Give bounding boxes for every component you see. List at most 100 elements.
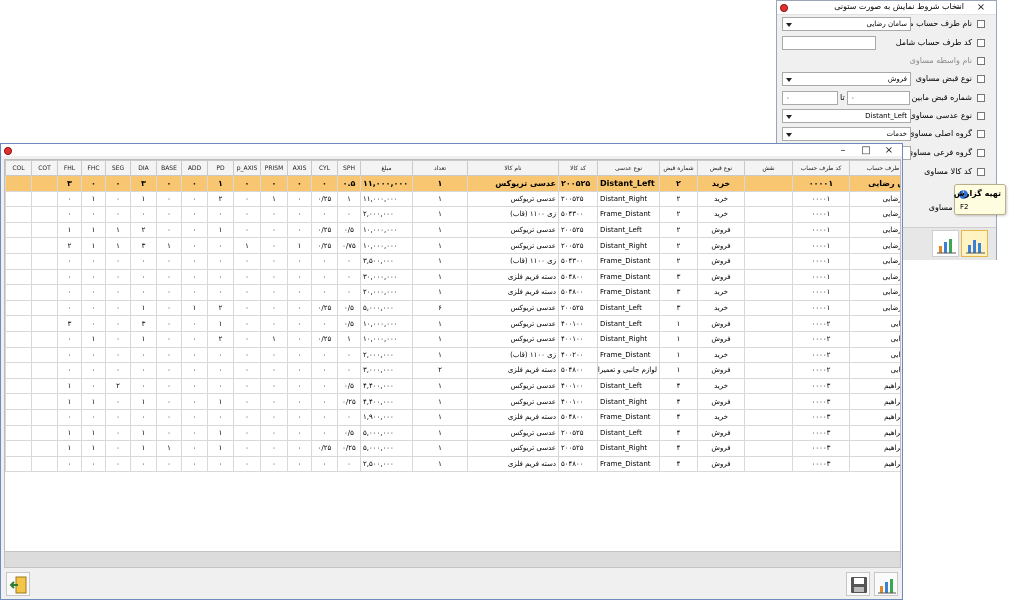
- column-header[interactable]: نقش: [744, 160, 793, 176]
- combo-lens-type[interactable]: Distant_Left: [782, 109, 911, 123]
- table-cell: ۰: [287, 221, 312, 239]
- combo-party-name[interactable]: سامان رضایی: [782, 17, 911, 31]
- table-cell: ۰: [105, 440, 131, 457]
- table-cell: ۱: [659, 330, 698, 348]
- column-header[interactable]: SEG: [105, 160, 131, 176]
- table-cell: Frame_Distant: [597, 268, 660, 286]
- column-header[interactable]: نام کالا: [467, 160, 559, 176]
- table-cell: ۰: [105, 408, 131, 426]
- table-cell: ۰: [287, 284, 312, 301]
- column-header[interactable]: شماره قبض: [659, 160, 698, 176]
- column-header[interactable]: کد کالا: [558, 160, 598, 176]
- column-header[interactable]: PRISM: [260, 160, 288, 176]
- column-header[interactable]: ADD: [181, 160, 208, 176]
- checkbox-party-name[interactable]: [977, 20, 985, 28]
- table-cell: ۱: [412, 190, 468, 208]
- table-cell: ۲: [659, 190, 698, 208]
- table-row[interactable]: ۸سامان رضایی۰۰۰۰۱خرید۳Frame_Distant۵۰۴۸۰…: [5, 284, 900, 301]
- column-header[interactable]: مبلغ: [360, 160, 413, 176]
- close-icon[interactable]: ×: [970, 1, 992, 14]
- table-cell: ۴: [659, 440, 698, 457]
- table-row[interactable]: ۹سامان رضایی۰۰۰۰۱خرید۳Distant_Left۲۰۰۵۲۵…: [5, 299, 900, 317]
- table-row[interactable]: ۱۹ندا پورابراهیم۰۰۰۰۳فروش۴Frame_Distant۵…: [5, 455, 900, 473]
- column-header[interactable]: نوع عدسی: [597, 160, 660, 176]
- table-row[interactable]: ۱۴ندا پورابراهیم۰۰۰۰۳خرید۴Distant_Left۴۰…: [5, 377, 900, 395]
- checkbox-agent-name[interactable]: [977, 57, 985, 65]
- save-button[interactable]: [846, 572, 870, 596]
- combo-receipt-type[interactable]: فروش: [782, 72, 911, 86]
- checkbox-receipt-type[interactable]: [977, 75, 985, 83]
- table-row[interactable]: ۱۱سحر بابایی۰۰۰۰۲فروش۱Distant_Right۴۰۰۱۰…: [5, 330, 900, 348]
- table-cell: ۰: [287, 455, 312, 473]
- table-row[interactable]: ۱۳سحر بابایی۰۰۰۰۲فروش۱لوازم جانبی و تعمی…: [5, 362, 900, 379]
- column-header[interactable]: COL: [5, 160, 32, 176]
- checkbox-item-code[interactable]: [977, 168, 985, 176]
- maximize-icon[interactable]: □: [855, 144, 877, 157]
- table-cell: زی ۱۱۰۰ (قاب): [467, 206, 559, 223]
- exit-button[interactable]: [6, 572, 30, 596]
- column-header[interactable]: FHC: [81, 160, 106, 176]
- chevron-down-icon: [786, 23, 792, 27]
- table-cell: [5, 252, 32, 270]
- column-header[interactable]: SPH: [337, 160, 361, 176]
- data-grid[interactable]: ردیفنام طرف حسابکد طرف حسابنقشنوع قبضشما…: [4, 159, 901, 552]
- chart-button[interactable]: [874, 572, 898, 596]
- checkbox-main-group[interactable]: [977, 130, 985, 138]
- checkbox-receipt-range[interactable]: [977, 94, 985, 102]
- checkbox-sub-group[interactable]: [977, 149, 985, 157]
- table-row[interactable]: ۱۰سحر بابایی۰۰۰۰۲فروش۱Distant_Left۴۰۰۱۰۰…: [5, 315, 900, 332]
- table-cell: عدسی تریوکس: [467, 190, 559, 208]
- column-header[interactable]: FHL: [57, 160, 82, 176]
- input-receipt-from[interactable]: ۰: [847, 91, 910, 105]
- table-cell: ۰/۵: [337, 315, 361, 332]
- label-party-code: کد طرف حساب شامل: [895, 38, 972, 47]
- checkbox-party-code[interactable]: [977, 39, 985, 47]
- table-row[interactable]: ۱۶ندا پورابراهیم۰۰۰۰۳خرید۴Frame_Distant۵…: [5, 408, 900, 426]
- column-header[interactable]: BASE: [156, 160, 182, 176]
- combo-main-group[interactable]: خدمات: [782, 127, 911, 141]
- table-row[interactable]: ۴سامان رضایی۰۰۰۰۱فروش۲Distant_Left۲۰۰۵۲۵…: [5, 221, 900, 239]
- table-cell: ۰: [181, 377, 208, 395]
- input-party-code[interactable]: [782, 36, 876, 50]
- minimize-icon[interactable]: –: [832, 144, 854, 157]
- table-cell: عدسی تریوکس: [467, 424, 559, 442]
- column-header[interactable]: DIA: [130, 160, 157, 176]
- column-header[interactable]: COT: [31, 160, 58, 176]
- table-cell: زی ۱۱۰۰ (قاب): [467, 252, 559, 270]
- column-header[interactable]: تعداد: [412, 160, 468, 176]
- close-icon[interactable]: ×: [878, 144, 900, 157]
- column-header[interactable]: CYL: [311, 160, 338, 176]
- table-row[interactable]: ۱۲سحر بابایی۰۰۰۰۲خرید۱Frame_Distant۴۰۰۲۰…: [5, 346, 900, 364]
- column-header[interactable]: AXIS: [287, 160, 312, 176]
- table-row[interactable]: ۲سامان رضایی۰۰۰۰۱خرید۲Distant_Right۲۰۰۵۲…: [5, 190, 900, 208]
- table-cell: ۲۰۰۵۲۵: [558, 440, 598, 457]
- table-cell: [31, 268, 58, 286]
- column-header[interactable]: نوع قبض: [697, 160, 745, 176]
- column-header[interactable]: نام طرف حساب: [849, 160, 900, 176]
- table-row[interactable]: ۷سامان رضایی۰۰۰۰۱فروش۳Frame_Distant۵۰۴۸۰…: [5, 268, 900, 286]
- table-cell: [31, 362, 58, 379]
- column-header[interactable]: PD: [207, 160, 234, 176]
- column-header[interactable]: کد طرف حساب: [792, 160, 850, 176]
- table-row[interactable]: ۱۵ندا پورابراهیم۰۰۰۰۳فروش۴Distant_Right۴…: [5, 393, 900, 410]
- column-header[interactable]: p_AXIS: [233, 160, 261, 176]
- table-cell: ۱: [412, 206, 468, 223]
- table-row[interactable]: ۱۸ندا پورابراهیم۰۰۰۰۳فروش۴Distant_Right۲…: [5, 440, 900, 457]
- table-cell: ۰: [105, 252, 131, 270]
- table-cell: زی ۱۱۰۰ (قاب): [467, 346, 559, 364]
- table-row[interactable]: ۱۷ندا پورابراهیم۰۰۰۰۳فروش۴Distant_Left۲۰…: [5, 424, 900, 442]
- chart-button[interactable]: [932, 230, 959, 257]
- table-row[interactable]: ۵سامان رضایی۰۰۰۰۱فروش۲Distant_Right۲۰۰۵۲…: [5, 237, 900, 254]
- table-row[interactable]: ۳سامان رضایی۰۰۰۰۱خرید۲Frame_Distant۵۰۴۳۰…: [5, 206, 900, 223]
- label-lens-type: نوع عدسی مساوی: [909, 111, 972, 120]
- table-row[interactable]: ۱سامان رضایی۰۰۰۰۱خرید۲Distant_Left۲۰۰۵۲۵…: [5, 175, 900, 192]
- report-button[interactable]: [961, 230, 988, 257]
- table-cell: ۰: [287, 190, 312, 208]
- checkbox-lens-type[interactable]: [977, 112, 985, 120]
- table-cell: ۰: [260, 346, 288, 364]
- minimize-icon[interactable]: –: [947, 1, 969, 14]
- table-cell: ۰: [181, 330, 208, 348]
- table-row[interactable]: ۶سامان رضایی۰۰۰۰۱فروش۲Frame_Distant۵۰۴۳۰…: [5, 252, 900, 270]
- input-receipt-to[interactable]: ۰: [782, 91, 838, 105]
- table-cell: سامان رضایی: [849, 221, 900, 239]
